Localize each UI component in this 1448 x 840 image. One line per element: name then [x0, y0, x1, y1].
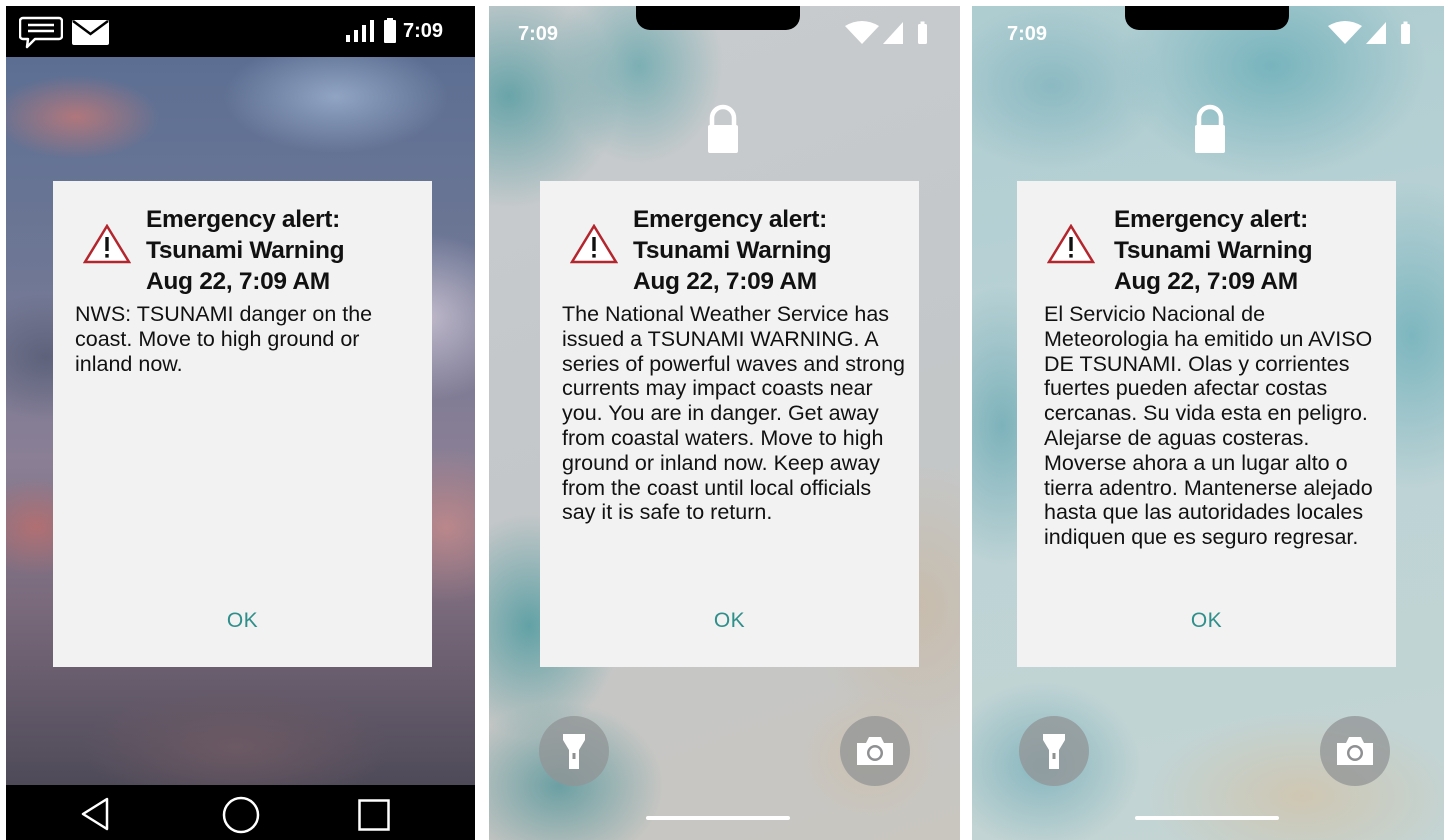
- alert-timestamp: Aug 22, 7:09 AM: [633, 268, 817, 295]
- alert-timestamp: Aug 22, 7:09 AM: [1114, 268, 1298, 295]
- cellular-icon: [1366, 22, 1386, 44]
- alert-title-line: Emergency alert:: [146, 206, 341, 233]
- warning-icon: [1046, 223, 1096, 269]
- back-triangle-icon[interactable]: [80, 797, 110, 831]
- alert-title-line: Emergency alert:: [633, 206, 828, 233]
- notch: [1125, 6, 1289, 30]
- emergency-alert-dialog: Emergency alert: Tsunami Warning Aug 22,…: [1017, 181, 1396, 667]
- lock-icon: [706, 104, 740, 159]
- flashlight-icon: [1043, 734, 1065, 769]
- mail-icon: [72, 19, 109, 50]
- phone-android-alert: 7:09 Emergency alert: Tsunami Warning Au…: [6, 6, 475, 840]
- camera-button[interactable]: [840, 716, 910, 786]
- status-icons: [845, 20, 935, 51]
- status-time: 7:09: [1007, 23, 1048, 45]
- phone-lockscreen-english: 7:09 Emergency alert: Tsunami Warning Au…: [489, 6, 960, 840]
- status-time: 7:09: [518, 23, 559, 45]
- status-icons: [1328, 20, 1418, 51]
- emergency-alert-dialog: Emergency alert: Tsunami Warning Aug 22,…: [53, 181, 432, 667]
- alert-message: NWS: TSUNAMI danger on the coast. Move t…: [75, 302, 373, 376]
- signal-icon: [345, 20, 377, 47]
- battery-icon: [384, 18, 396, 48]
- ok-button[interactable]: OK: [540, 609, 919, 633]
- alert-title-line: Tsunami Warning: [1114, 237, 1313, 264]
- navigation-bar: [6, 785, 475, 840]
- cellular-icon: [883, 22, 903, 44]
- message-icon: [18, 16, 64, 55]
- flashlight-icon: [563, 734, 585, 769]
- alert-title-line: Emergency alert:: [1114, 206, 1309, 233]
- camera-button[interactable]: [1320, 716, 1390, 786]
- notch: [636, 6, 800, 30]
- home-indicator[interactable]: [1135, 816, 1279, 820]
- wifi-icon: [1328, 21, 1362, 44]
- lock-icon: [1193, 104, 1227, 159]
- ok-button[interactable]: OK: [53, 609, 432, 633]
- battery-icon: [1401, 21, 1410, 44]
- wifi-icon: [845, 21, 879, 44]
- status-time: 7:09: [403, 20, 444, 42]
- alert-message: El Servicio Nacional de Meteorologia ha …: [1044, 302, 1373, 550]
- recents-square-icon[interactable]: [358, 799, 390, 831]
- alert-title: Emergency alert: Tsunami Warning Aug 22,…: [633, 204, 832, 297]
- alert-title: Emergency alert: Tsunami Warning Aug 22,…: [146, 204, 345, 297]
- flashlight-button[interactable]: [539, 716, 609, 786]
- warning-icon: [569, 223, 619, 269]
- alert-title: Emergency alert: Tsunami Warning Aug 22,…: [1114, 204, 1313, 297]
- camera-icon: [857, 737, 893, 765]
- status-bar: 7:09: [6, 6, 475, 57]
- home-indicator[interactable]: [646, 816, 790, 820]
- alert-timestamp: Aug 22, 7:09 AM: [146, 268, 330, 295]
- flashlight-button[interactable]: [1019, 716, 1089, 786]
- battery-icon: [918, 21, 927, 44]
- emergency-alert-dialog: Emergency alert: Tsunami Warning Aug 22,…: [540, 181, 919, 667]
- phone-lockscreen-spanish: 7:09 Emergency alert: Tsunami Warning Au…: [972, 6, 1444, 840]
- warning-icon: [82, 223, 132, 269]
- ok-button[interactable]: OK: [1017, 609, 1396, 633]
- alert-message: The National Weather Service has issued …: [562, 302, 905, 525]
- alert-title-line: Tsunami Warning: [633, 237, 832, 264]
- camera-icon: [1337, 737, 1373, 765]
- alert-title-line: Tsunami Warning: [146, 237, 345, 264]
- home-circle-icon[interactable]: [222, 796, 260, 834]
